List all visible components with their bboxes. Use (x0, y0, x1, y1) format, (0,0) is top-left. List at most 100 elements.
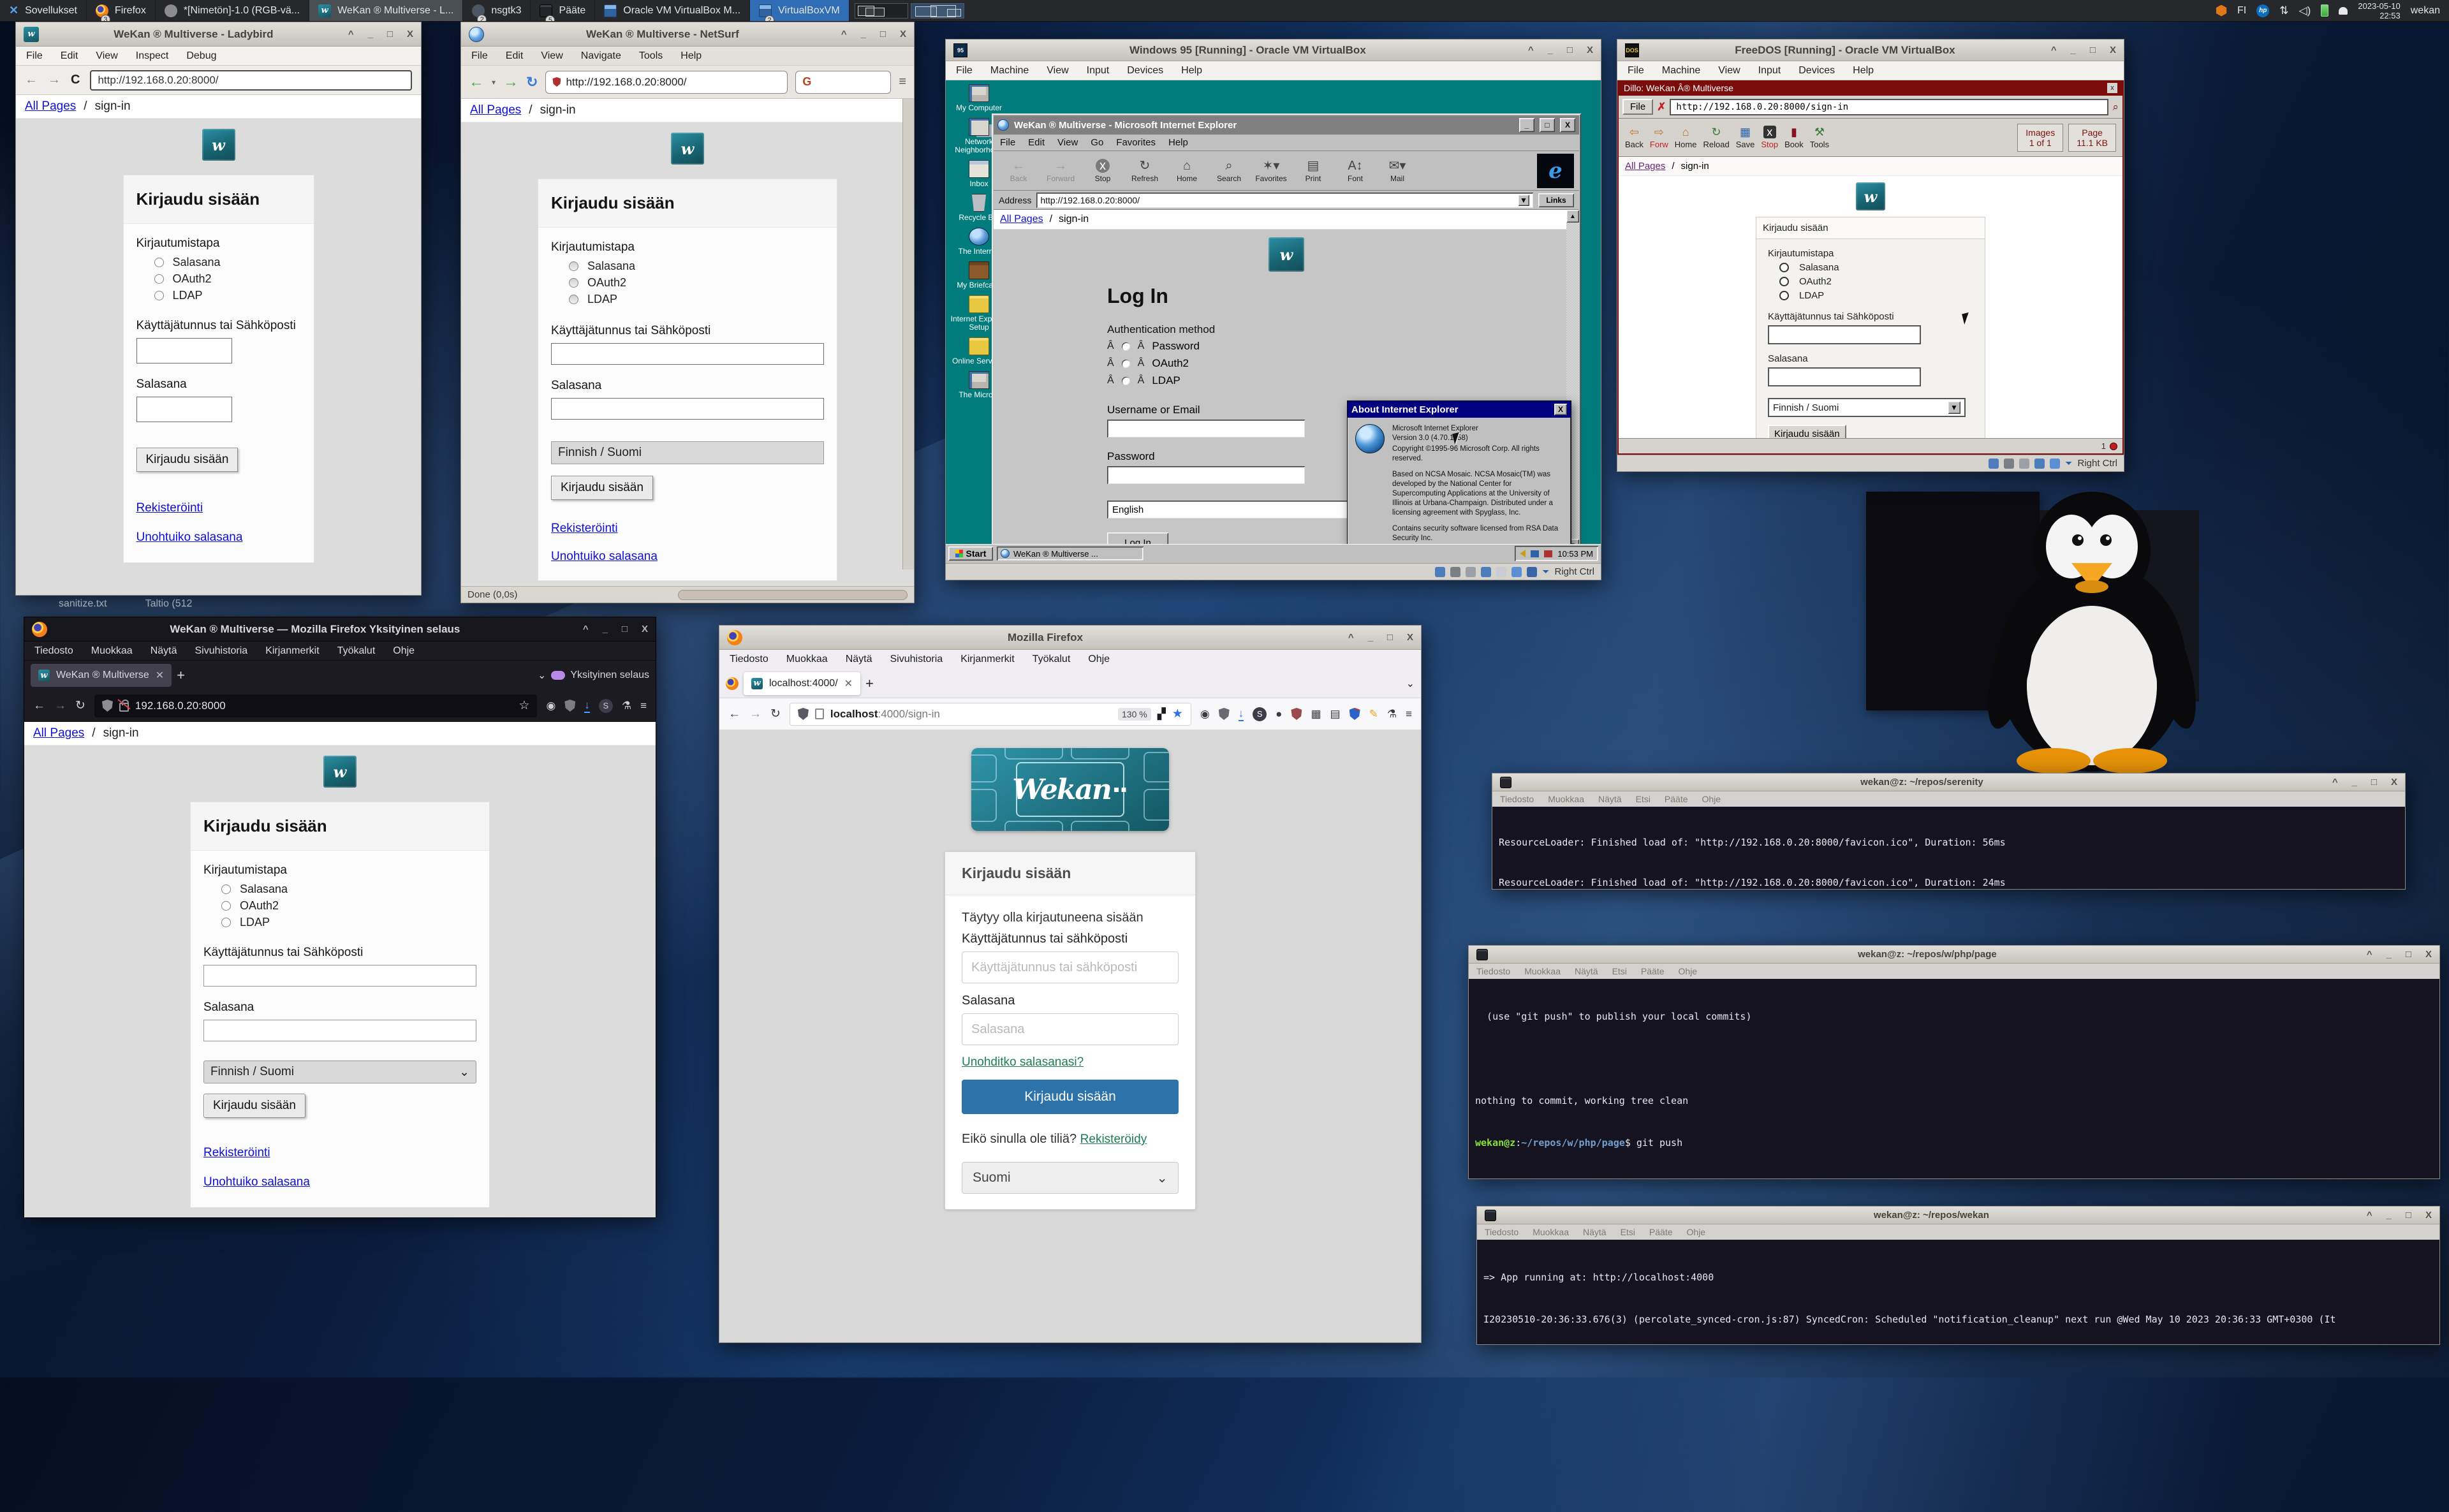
shade-button[interactable]: ^ (2367, 1210, 2372, 1221)
radio-icon[interactable] (221, 884, 231, 894)
reload-button[interactable]: ↻Reload (1703, 126, 1729, 149)
breadcrumb-all-pages-link[interactable]: All Pages (470, 103, 521, 117)
forgot-password-link[interactable]: Unohtuiko salasana (136, 531, 301, 545)
close-button[interactable]: x (2107, 83, 2117, 93)
radio-password[interactable]: Salasana (1779, 262, 1973, 273)
url-bar[interactable]: localhost:4000/sign-in 130 % ▞ ★ (790, 703, 1191, 726)
menu-muokkaa[interactable]: Muokkaa (1533, 1227, 1569, 1237)
menu-paate[interactable]: Pääte (1649, 1227, 1673, 1237)
menu-nayta[interactable]: Näytä (1598, 794, 1622, 804)
terminal-titlebar[interactable]: wekan@z: ~/repos/w/php/page ^_□X (1469, 946, 2439, 964)
shade-button[interactable]: ^ (1528, 45, 1534, 55)
radio-ldap[interactable]: LDAP (569, 293, 824, 306)
keyboard-layout-indicator[interactable]: FI (2237, 5, 2246, 17)
menu-paate[interactable]: Pääte (1641, 966, 1665, 976)
password-input[interactable]: Salasana (962, 1013, 1179, 1045)
list-tabs-icon[interactable]: ⌄ (538, 669, 546, 682)
register-link[interactable]: Rekisteröinti (203, 1146, 476, 1160)
flask-extension-icon[interactable]: ⚗ (622, 700, 631, 712)
menu-ohje[interactable]: Ohje (1088, 654, 1110, 665)
language-select[interactable]: English ▼ (1107, 501, 1362, 518)
menu-help[interactable]: Help (1168, 137, 1188, 148)
terminal-output[interactable]: (use "git push" to publish your local co… (1469, 979, 2439, 1178)
menu-ohje[interactable]: Ohje (393, 645, 415, 657)
menu-view[interactable]: View (96, 50, 117, 62)
close-button[interactable]: X (407, 29, 413, 40)
minimize-button[interactable]: _ (2071, 45, 2076, 55)
vbox-titlebar[interactable]: DOS FreeDOS [Running] - Oracle VM Virtua… (1617, 40, 2124, 61)
dialog-titlebar[interactable]: About Internet Explorer X (1348, 401, 1571, 418)
tab-localhost[interactable]: w localhost:4000/ ✕ (744, 672, 860, 695)
forward-button[interactable]: →Forward (1041, 154, 1080, 188)
url-input[interactable]: http://192.168.0.20:8000/sign-in (1670, 99, 2108, 115)
maximize-button[interactable]: □ (622, 624, 628, 635)
minimize-button[interactable]: _ (2352, 777, 2357, 788)
menu-help[interactable]: Help (1181, 65, 1202, 77)
forward-icon[interactable]: → (503, 73, 518, 91)
stop-button[interactable]: xStop (1083, 154, 1122, 188)
menu-ohje[interactable]: Ohje (1702, 794, 1721, 804)
fingerprint-extension-icon[interactable]: ◉ (546, 700, 555, 712)
shade-button[interactable]: ^ (841, 29, 847, 40)
tab-close-icon[interactable]: ✕ (156, 669, 164, 682)
radio-icon[interactable] (569, 278, 578, 288)
radio-password[interactable]: Salasana (569, 260, 824, 273)
radio-icon[interactable] (1779, 263, 1789, 272)
clock[interactable]: 2023-05-10 22:53 (2358, 1, 2401, 20)
shade-button[interactable]: ^ (583, 624, 589, 635)
radio-ldap[interactable]: LDAP (221, 916, 476, 929)
back-icon[interactable]: ← (728, 707, 740, 721)
radio-oauth2[interactable]: OAuth2 (569, 276, 824, 290)
stop-button[interactable]: xStop (1761, 126, 1778, 149)
radio-icon[interactable] (154, 274, 164, 284)
fingerprint-extension-icon[interactable]: ◉ (1200, 708, 1210, 721)
desktop-icon-my-computer[interactable]: My Computer (950, 84, 1008, 112)
radio-oauth2[interactable]: ÂÂOAuth2 (1107, 357, 1579, 370)
close-button[interactable]: X (642, 624, 648, 635)
language-select[interactable]: Finnish / Suomi (551, 441, 824, 464)
close-button[interactable]: X (1587, 45, 1593, 55)
menu-ohje[interactable]: Ohje (1687, 1227, 1706, 1237)
netsurf-titlebar[interactable]: WeKan ® Multiverse - NetSurf ^_□X (461, 22, 914, 47)
menu-hamburger-icon[interactable]: ≡ (1406, 708, 1412, 721)
username-input[interactable] (1768, 325, 1921, 344)
tray-clock[interactable]: 10:53 PM (1557, 549, 1593, 559)
menu-machine[interactable]: Machine (990, 65, 1029, 77)
menu-file[interactable]: File (956, 65, 973, 77)
menu-view[interactable]: View (1718, 65, 1740, 77)
tracking-shield-icon[interactable] (798, 708, 809, 720)
terminal-titlebar[interactable]: wekan@z: ~/repos/wekan ^_□X (1477, 1207, 2439, 1224)
extension-s-icon[interactable]: S (1253, 707, 1267, 721)
maximize-button[interactable]: □ (880, 29, 886, 40)
url-bar[interactable]: http://192.168.0.20:8000/ (545, 71, 788, 94)
taskbar-item-firefox[interactable]: 3 Firefox (87, 0, 156, 21)
close-button[interactable]: X (2425, 1210, 2432, 1221)
notification-bell-icon[interactable] (2339, 7, 2348, 15)
back-icon[interactable]: ← (33, 699, 45, 713)
radio-ldap[interactable]: LDAP (1779, 290, 1973, 301)
menu-favorites[interactable]: Favorites (1116, 137, 1156, 148)
menu-muokkaa[interactable]: Muokkaa (1524, 966, 1561, 976)
volume-icon[interactable]: ◁) (2299, 4, 2311, 17)
radio-icon[interactable] (1779, 291, 1789, 300)
radio-icon[interactable] (569, 261, 578, 271)
menu-hamburger-icon[interactable]: ≡ (899, 75, 906, 89)
minimize-button[interactable]: _ (368, 29, 373, 40)
maximize-button[interactable]: □ (2371, 777, 2377, 788)
radio-icon[interactable] (154, 291, 164, 300)
extension-dot-icon[interactable]: ● (1276, 708, 1282, 721)
extension-box-icon[interactable]: ▤ (1330, 708, 1341, 721)
back-icon[interactable]: ← (469, 73, 484, 91)
taskbar-item-wekan[interactable]: w WeKan ® Multiverse - L... (309, 0, 463, 21)
shade-button[interactable]: ^ (348, 29, 354, 40)
menu-file[interactable]: File (1628, 65, 1644, 77)
new-tab-button[interactable]: + (177, 667, 185, 684)
menu-sivuhistoria[interactable]: Sivuhistoria (890, 654, 943, 665)
workspace-1[interactable] (855, 3, 908, 18)
register-link[interactable]: Rekisteröinti (551, 522, 824, 536)
menu-file[interactable]: File (471, 50, 488, 62)
menu-file[interactable]: File (26, 50, 43, 62)
menu-tiedosto[interactable]: Tiedosto (1476, 966, 1510, 976)
badge-shield-icon[interactable]: 9+ (1350, 708, 1360, 720)
menu-tiedosto[interactable]: Tiedosto (1485, 1227, 1519, 1237)
